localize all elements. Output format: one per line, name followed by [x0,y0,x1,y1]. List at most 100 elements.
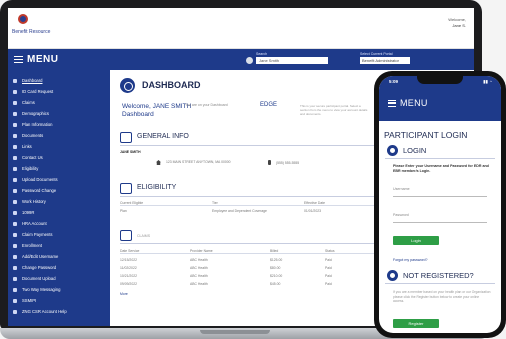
sidebar-item-plan-info[interactable]: Plan Information [8,120,110,129]
sidebar-item-edit-username[interactable]: Add/Edit Username [8,252,110,261]
user-welcome: Welcome, [448,17,466,22]
table-cell: Employee and Dependent Coverage [212,209,267,213]
sidebar-item-label: Work History [22,199,46,204]
search-icon[interactable] [246,57,253,64]
column-header: Billed [270,249,279,253]
phone-icon [268,160,271,165]
menu-label[interactable]: MENU [27,54,58,65]
sidebar-item-claim-payments[interactable]: Claim Payments [8,230,110,239]
menu-label[interactable]: MENU [400,98,428,108]
table-cell: 11/02/2022 [120,266,137,270]
portal-select[interactable]: Benefit Administrator [360,57,410,64]
sidebar-item-label: ZNG CSR Account Help [22,309,67,314]
lock-icon [13,266,17,270]
link-icon [13,145,17,149]
sidebar-item-label: Links [22,144,32,149]
table-cell: 10/21/2022 [120,274,137,278]
signal-battery-icon: ▮▮ ◔ [483,79,492,84]
id-card-icon [120,132,132,143]
phone-nav-bar: MENU [379,88,501,121]
sidebar-item-dashboard[interactable]: Dashboard [8,76,110,85]
sidebar-item-demographics[interactable]: Demographics [8,109,110,118]
login-icon [387,145,398,156]
sidebar-item-messaging[interactable]: Two Way Messaging [8,285,110,294]
sidebar-item-id-card[interactable]: ID Card Request [8,87,110,96]
column-header: Provider Name [190,249,213,253]
sidebar-item-links[interactable]: Links [8,142,110,151]
sidebar-item-change-password[interactable]: Change Password [8,263,110,272]
eligibility-table-header: Current Eligible Tier Effective Date [120,201,380,206]
hamburger-menu-icon[interactable] [14,56,23,63]
eligibility-section: ELIGIBILITY Current Eligible Tier Effect… [120,183,380,223]
sidebar-item-label: Demographics [22,111,49,116]
tax-form-icon [13,211,17,215]
claims-more-link[interactable]: More [120,292,128,296]
hamburger-menu-icon[interactable] [388,100,396,107]
laptop-notch [200,330,270,334]
column-header: Status [325,249,335,253]
check-icon [13,167,17,171]
sidebar-item-label: 1099R [22,210,35,215]
section-title: CLAIMS [137,234,151,238]
sidebar-item-hra-account[interactable]: HRA Account [8,219,110,228]
message-icon [13,288,17,292]
column-header: Effective Date [304,201,326,205]
key-icon [13,189,17,193]
sidebar-item-label: Add/Edit Username [22,254,59,259]
register-button[interactable]: Register [393,319,439,328]
sidebar-item-label: Dashboard [22,78,43,83]
username-field[interactable] [393,196,487,197]
user-menu[interactable]: Jane S. [452,23,466,28]
column-header: Tier [212,201,218,205]
portal-select-label: Select Current Portal [360,52,393,56]
sidebar-item-work-history[interactable]: Work History [8,197,110,206]
username-label: Username [393,187,410,191]
sidebar-item-label: Change Password [22,265,57,270]
phone-status-bar: 5:09 ▮▮ ◔ [379,76,501,88]
sidebar-item-label: SSMIPI [22,298,37,303]
sidebar-item-claims[interactable]: Claims [8,98,110,107]
sidebar-item-password-change[interactable]: Password Change [8,186,110,195]
sidebar-item-csr-help[interactable]: ZNG CSR Account Help [8,307,110,316]
shield-icon [13,299,17,303]
nav-bar: MENU Search Select Current Portal Benefi… [8,49,474,70]
table-cell: 12/15/2022 [120,258,137,262]
table-cell: $125.00 [270,258,283,262]
welcome-dashboard: Dashboard [122,111,154,118]
password-label: Password [393,213,409,217]
brand-logo-icon[interactable] [18,14,28,24]
section-title: GENERAL INFO [137,133,189,140]
search-input[interactable] [256,57,328,64]
table-cell: Plan [120,209,127,213]
login-button[interactable]: Login [393,236,439,245]
sidebar-item-contact[interactable]: Contact Us [8,153,110,162]
folder-icon [13,134,17,138]
home-icon [156,160,161,165]
sidebar-item-1099r[interactable]: 1099R [8,208,110,217]
section-divider [120,145,380,146]
sidebar-item-document-upload[interactable]: Document Upload [8,274,110,283]
password-field[interactable] [393,222,487,223]
claims-table-header: Date Service Provider Name Billed Status [120,249,380,254]
table-cell: Paid [325,266,332,270]
briefcase-icon [13,200,17,204]
table-cell: Paid [325,274,332,278]
table-cell: ABC Health [190,266,208,270]
sidebar-item-ssmipi[interactable]: SSMIPI [8,296,110,305]
sidebar-item-eligibility[interactable]: Eligibility [8,164,110,173]
sidebar-item-label: Document Upload [22,276,56,281]
brand-logo-text[interactable]: Benefit Resource [12,29,50,35]
contact-icon [13,156,17,160]
column-header: Current Eligible [120,201,144,205]
forgot-password-link[interactable]: Forgot my password? [393,258,428,262]
sidebar-item-enrollment[interactable]: Enrollment [8,241,110,250]
section-divider [120,196,380,197]
sidebar-item-upload-documents[interactable]: Upload Documents [8,175,110,184]
account-icon [13,222,17,226]
dashboard-gauge-icon [120,78,135,93]
table-cell: $210.00 [270,274,283,278]
participant-login-title: PARTICIPANT LOGIN [384,130,468,140]
plan-icon [13,123,17,127]
table-cell: 01/01/2023 [304,209,321,213]
sidebar-item-documents[interactable]: Documents [8,131,110,140]
